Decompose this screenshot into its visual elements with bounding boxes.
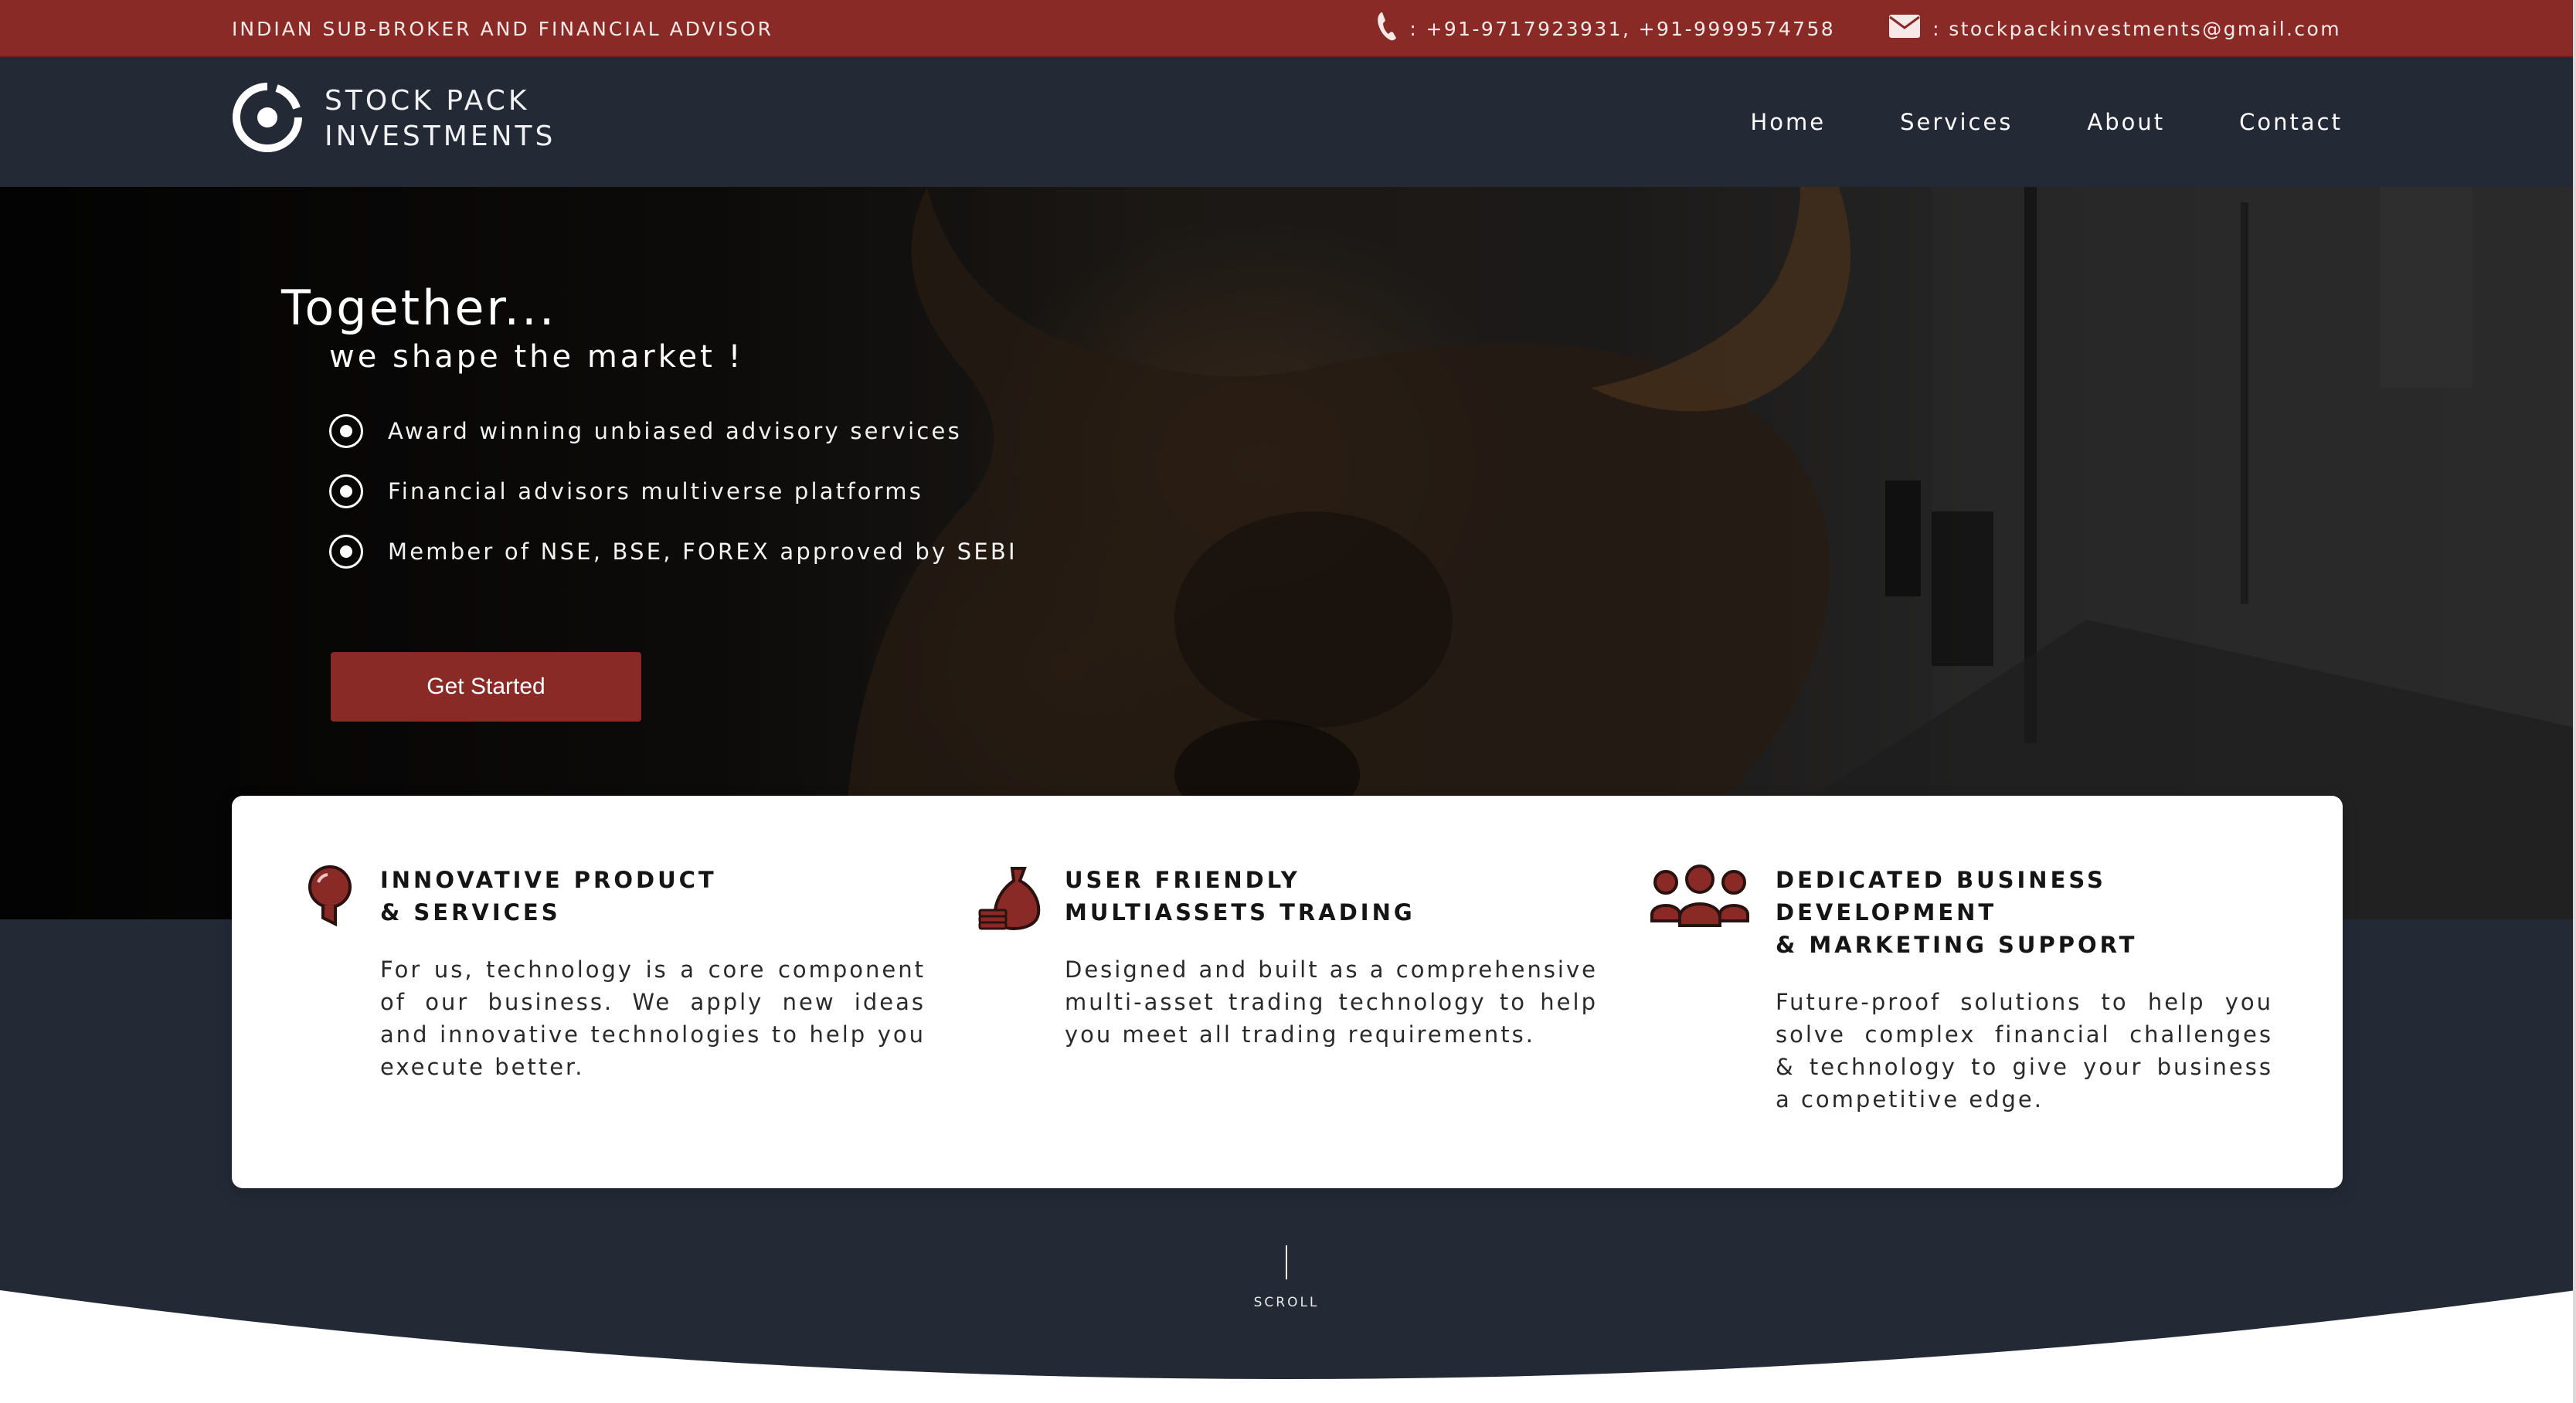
nav-contact[interactable]: Contact <box>2239 109 2343 135</box>
feature-title: INNOVATIVE PRODUCT & SERVICES <box>380 864 926 929</box>
list-item: Member of NSE, BSE, FOREX approved by SE… <box>329 521 1018 582</box>
list-item: Award winning unbiased advisory services <box>329 401 1018 461</box>
feature-title-line-1: USER FRIENDLY <box>1065 867 1300 893</box>
logo-mark-icon <box>230 80 304 158</box>
email-address[interactable]: : stockpackinvestments@gmail.com <box>1932 18 2341 40</box>
logo[interactable]: STOCK PACK INVESTMENTS <box>230 80 556 158</box>
phone-numbers[interactable]: : +91-9717923931, +91-9999574758 <box>1409 18 1835 40</box>
scroll-line <box>1286 1245 1287 1279</box>
hero-subtitle: we shape the market ! <box>329 339 744 375</box>
feature-title-line-2: & SERVICES <box>380 899 561 926</box>
envelope-icon <box>1888 12 1922 46</box>
features-card: INNOVATIVE PRODUCT & SERVICES For us, te… <box>232 796 2343 1188</box>
tagline: INDIAN SUB-BROKER AND FINANCIAL ADVISOR <box>232 17 773 40</box>
hero-title: Together... <box>281 280 557 336</box>
scrollbar-track[interactable] <box>2573 0 2576 1403</box>
lightbulb-icon <box>304 864 359 933</box>
bullet-circle-icon <box>329 414 363 448</box>
hero-content: Together... we shape the market ! Award … <box>281 280 1018 582</box>
contact-info: : +91-9717923931, +91-9999574758 : stock… <box>1375 0 2341 57</box>
feature-title-line-2: & MARKETING SUPPORT <box>1776 932 2138 958</box>
logo-text: STOCK PACK INVESTMENTS <box>325 83 556 155</box>
feature-title: DEDICATED BUSINESS DEVELOPMENT & MARKETI… <box>1776 864 2273 961</box>
feature-description: For us, technology is a core component o… <box>380 956 926 1080</box>
nav-about[interactable]: About <box>2087 109 2165 135</box>
feature-description: Future-proof solutions to help you solve… <box>1776 989 2273 1113</box>
list-item: Financial advisors multiverse platforms <box>329 461 1018 521</box>
scroll-indicator[interactable]: SCROLL <box>1236 1245 1337 1310</box>
top-bar: INDIAN SUB-BROKER AND FINANCIAL ADVISOR … <box>0 0 2576 57</box>
feature-title: USER FRIENDLY MULTIASSETS TRADING <box>1065 864 1598 929</box>
feature-description: Designed and built as a comprehensive mu… <box>1065 956 1598 1048</box>
nav-home[interactable]: Home <box>1750 109 1826 135</box>
bullet-circle-icon <box>329 474 363 508</box>
email-contact[interactable]: : stockpackinvestments@gmail.com <box>1888 12 2341 46</box>
feature-title-line-1: INNOVATIVE PRODUCT <box>380 867 717 893</box>
team-icon <box>1649 864 1751 932</box>
nav-services[interactable]: Services <box>1900 109 2013 135</box>
feature-title-line-2: MULTIASSETS TRADING <box>1065 899 1415 926</box>
point-text: Member of NSE, BSE, FOREX approved by SE… <box>388 538 1018 565</box>
get-started-button[interactable]: Get Started <box>331 652 641 722</box>
money-bag-icon <box>977 864 1043 933</box>
point-text: Award winning unbiased advisory services <box>388 418 962 444</box>
site-header: STOCK PACK INVESTMENTS Home Services Abo… <box>0 57 2576 187</box>
logo-line-1: STOCK PACK <box>325 85 530 117</box>
phone-icon <box>1375 11 1398 46</box>
scroll-label: SCROLL <box>1253 1295 1320 1310</box>
point-text: Financial advisors multiverse platforms <box>388 478 924 504</box>
bullet-circle-icon <box>329 535 363 569</box>
main-nav: Home Services About Contact <box>1750 57 2343 187</box>
feature-title-line-1: DEDICATED BUSINESS DEVELOPMENT <box>1776 867 2106 926</box>
logo-line-2: INVESTMENTS <box>325 121 556 152</box>
hero-points: Award winning unbiased advisory services… <box>329 401 1018 582</box>
phone-contact[interactable]: : +91-9717923931, +91-9999574758 <box>1375 11 1835 46</box>
